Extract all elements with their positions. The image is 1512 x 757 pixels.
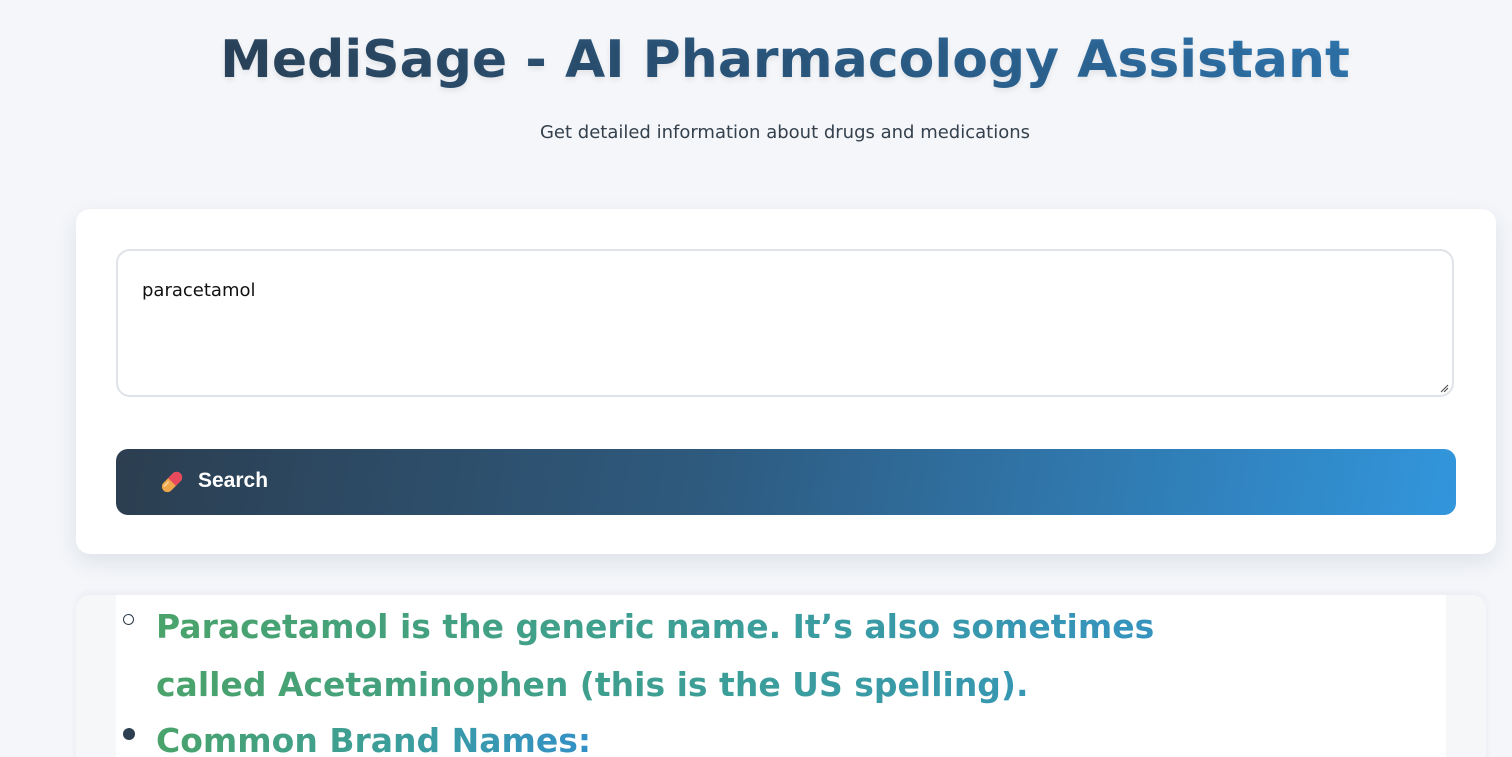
result-list-item: Paracetamol is the generic name. It’s al… (156, 598, 1256, 714)
page-subtitle: Get detailed information about drugs and… (539, 122, 1031, 143)
search-button-label: Search (198, 469, 269, 492)
page-title: MediSage - AI Pharmacology Assistant (0, 30, 1512, 90)
query-textarea[interactable]: paracetamol (116, 249, 1454, 397)
page: MediSage - AI Pharmacology Assistant Get… (0, 0, 1512, 757)
result-list-item: Common Brand Names: (156, 712, 591, 757)
search-button[interactable]: Search (116, 449, 1456, 515)
list-bullet-disc-icon (123, 728, 135, 740)
pill-icon (161, 471, 183, 493)
list-bullet-circle-icon (123, 614, 134, 625)
results-panel: Paracetamol is the generic name. It’s al… (76, 595, 1486, 757)
results-content: Paracetamol is the generic name. It’s al… (116, 595, 1446, 757)
search-card: paracetamol Search (76, 209, 1496, 554)
query-text: paracetamol (142, 280, 256, 301)
resize-handle-icon[interactable] (1440, 384, 1449, 393)
